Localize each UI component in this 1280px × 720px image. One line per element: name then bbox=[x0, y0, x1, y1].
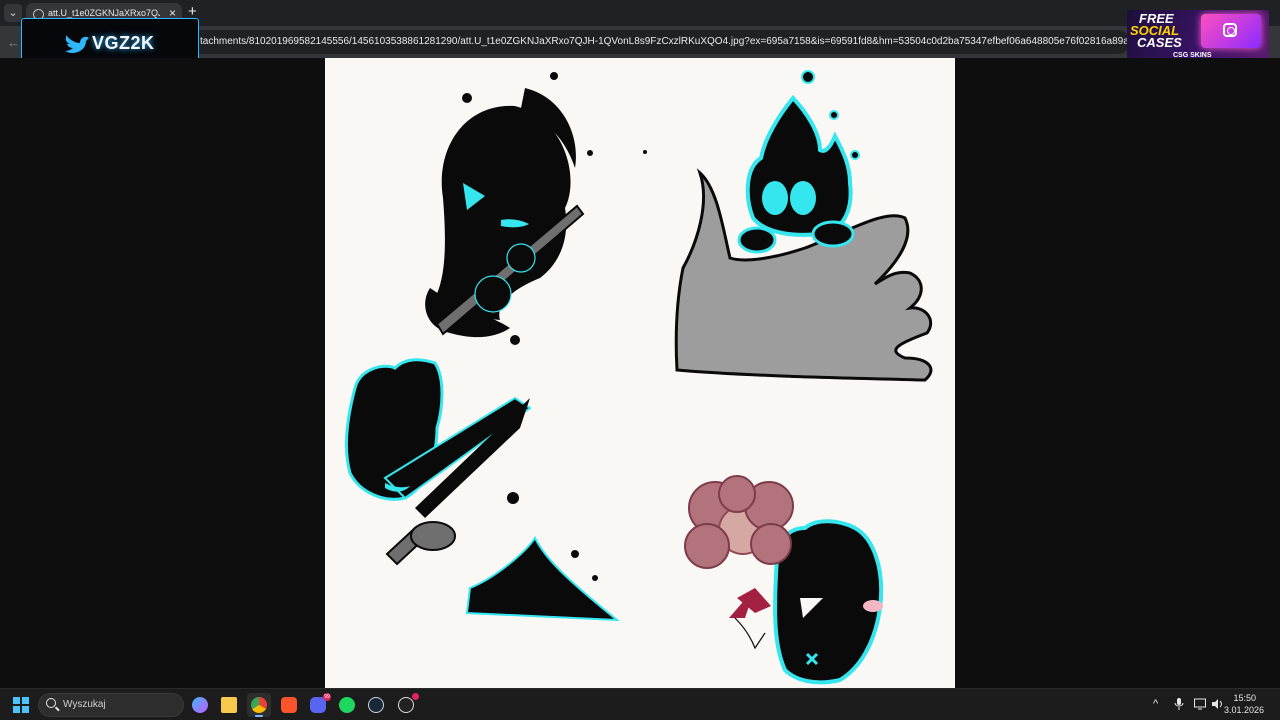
tab-title: att.U_t1e0ZGKNJaXRxo7QJH-1Q bbox=[48, 8, 160, 18]
tray-chevron-up-icon[interactable]: ^ bbox=[1153, 698, 1158, 710]
shadow-reaper-illustration bbox=[425, 72, 647, 345]
artwork-image[interactable] bbox=[325, 58, 955, 688]
clock-date[interactable]: 3.01.2026 bbox=[1224, 705, 1264, 715]
instagram-icon bbox=[1223, 23, 1237, 37]
taskbar-steam[interactable] bbox=[364, 693, 388, 717]
windows-taskbar: Wyszukaj 99 ^ 15:50 3.01.2026 bbox=[0, 688, 1280, 720]
obs-recording-dot bbox=[412, 693, 419, 700]
taskbar-spotify[interactable] bbox=[335, 693, 359, 717]
shadow-swordsman-illustration bbox=[344, 358, 621, 622]
taskbar-copilot[interactable] bbox=[188, 693, 212, 717]
steam-icon bbox=[368, 697, 384, 713]
network-icon[interactable] bbox=[1194, 698, 1206, 713]
copilot-icon bbox=[192, 697, 208, 713]
taskbar-chrome[interactable] bbox=[247, 693, 271, 717]
brave-lion-icon bbox=[281, 697, 297, 713]
promo-banner: FREE SOCIAL CASES CSG SKINS bbox=[1127, 10, 1269, 62]
search-placeholder: Wyszukaj bbox=[63, 699, 106, 710]
chrome-icon bbox=[251, 697, 267, 713]
clock-time[interactable]: 15:50 bbox=[1233, 693, 1256, 703]
obs-icon bbox=[398, 697, 414, 713]
taskbar-search[interactable]: Wyszukaj bbox=[38, 693, 184, 717]
back-button[interactable]: ← bbox=[7, 35, 20, 50]
folder-icon bbox=[221, 697, 237, 713]
flame-creature-on-hand-illustration bbox=[674, 70, 933, 382]
spotify-icon bbox=[339, 697, 355, 713]
volume-icon[interactable] bbox=[1211, 698, 1223, 713]
discord-badge: 99 bbox=[323, 693, 331, 701]
taskbar-discord[interactable]: 99 bbox=[306, 693, 331, 717]
microphone-icon[interactable] bbox=[1174, 698, 1184, 713]
image-viewer bbox=[0, 58, 1280, 688]
taskbar-brave[interactable] bbox=[277, 693, 301, 717]
url-text[interactable]: tachments/810201969582145556/14561035388… bbox=[200, 36, 1128, 47]
taskbar-file-explorer[interactable] bbox=[217, 693, 241, 717]
logo-text: VGZ2K bbox=[92, 33, 155, 53]
bird-icon bbox=[65, 35, 89, 53]
cat-with-roses-illustration bbox=[684, 475, 884, 685]
windows-start-button[interactable] bbox=[13, 697, 29, 713]
search-icon bbox=[46, 698, 56, 708]
promo-line-3: CASES bbox=[1137, 35, 1182, 50]
taskbar-obs[interactable] bbox=[394, 693, 419, 717]
tab-search-dropdown-button[interactable]: ⌄ bbox=[4, 4, 22, 22]
